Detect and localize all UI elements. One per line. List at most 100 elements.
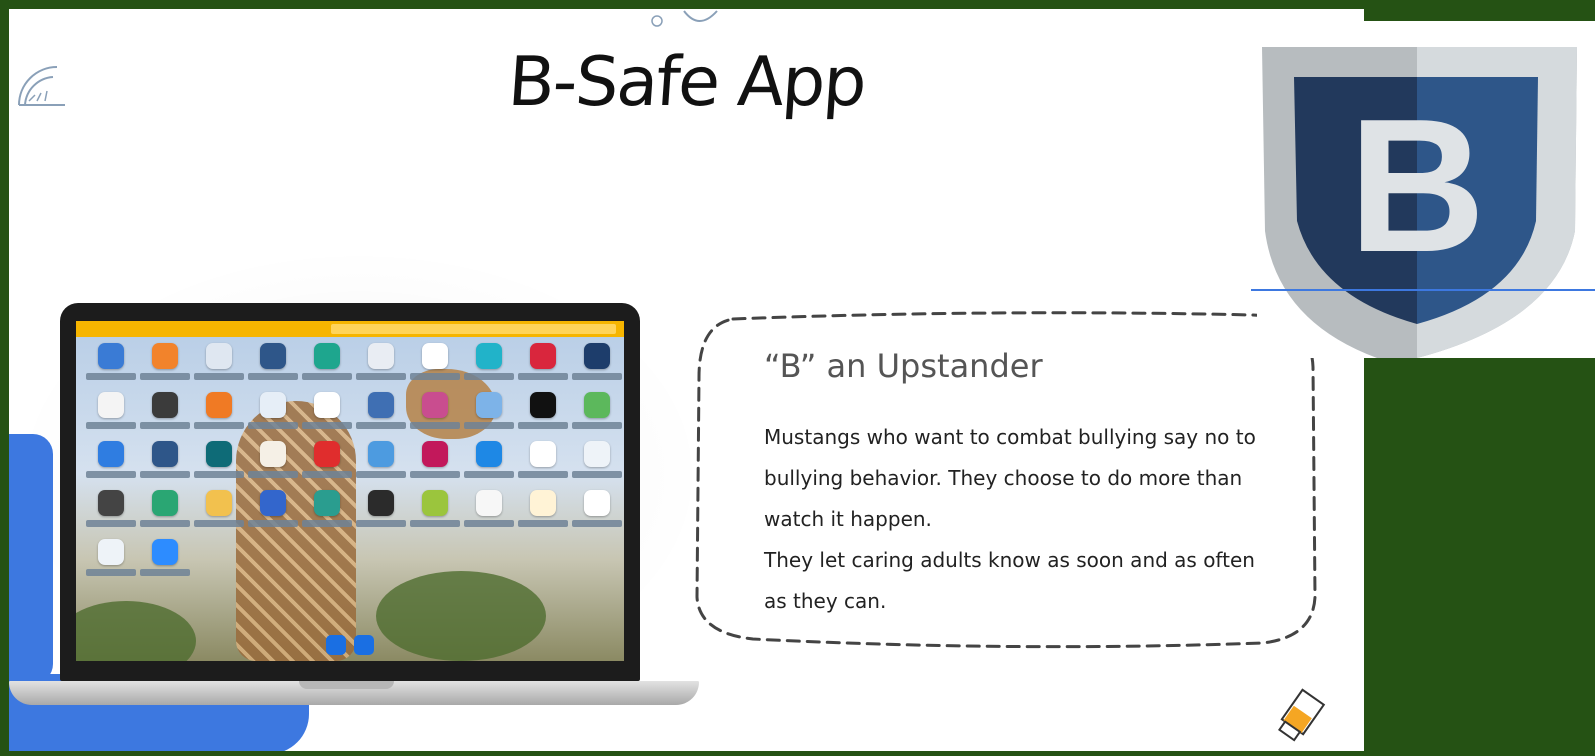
app-label [356, 520, 406, 527]
app-icon [530, 392, 556, 418]
app-label [356, 373, 406, 380]
app-tile [516, 343, 570, 380]
app-icon [368, 343, 394, 369]
app-label [248, 471, 298, 478]
app-tile [192, 490, 246, 527]
app-label [410, 373, 460, 380]
app-label [356, 471, 406, 478]
glue-stick-doodle-icon [1278, 688, 1326, 742]
app-tile [408, 441, 462, 478]
app-tile [84, 490, 138, 527]
app-tile [408, 343, 462, 380]
app-label [140, 569, 190, 576]
app-label [302, 520, 352, 527]
app-tile [354, 441, 408, 478]
app-icon [314, 392, 340, 418]
app-icon [314, 490, 340, 516]
app-tile [138, 392, 192, 429]
app-label [572, 471, 622, 478]
app-label [86, 520, 136, 527]
app-tile [354, 490, 408, 527]
shield-b-logo-icon: B [1262, 47, 1577, 358]
app-tile [570, 392, 624, 429]
app-label [518, 520, 568, 527]
app-label [194, 373, 244, 380]
app-label [140, 373, 190, 380]
app-icon [98, 343, 124, 369]
app-icon [152, 539, 178, 565]
laptop-notch [299, 681, 394, 689]
app-tile [300, 392, 354, 429]
app-icon [476, 343, 502, 369]
app-icon [584, 490, 610, 516]
slide-title: B-Safe App [505, 43, 868, 122]
app-tile [192, 343, 246, 380]
app-icon [314, 343, 340, 369]
app-icon-grid [84, 343, 624, 576]
app-label [356, 422, 406, 429]
app-tile [462, 343, 516, 380]
app-icon [152, 490, 178, 516]
app-label [248, 422, 298, 429]
app-label [140, 422, 190, 429]
app-tile [246, 392, 300, 429]
app-tile [192, 441, 246, 478]
logo-letter: B [1348, 80, 1485, 292]
app-tile [138, 539, 192, 576]
app-tile [354, 392, 408, 429]
app-icon [98, 539, 124, 565]
app-icon [206, 441, 232, 467]
app-tile [138, 441, 192, 478]
bush-wallpaper [76, 601, 196, 661]
card-paragraph: Mustangs who want to combat bullying say… [764, 425, 1256, 531]
app-icon [98, 392, 124, 418]
laptop-screen [76, 321, 624, 661]
app-icon [152, 343, 178, 369]
app-label [302, 373, 352, 380]
logo-divider-line [1251, 289, 1595, 291]
app-icon [314, 441, 340, 467]
app-icon [368, 441, 394, 467]
app-tile [138, 343, 192, 380]
app-label [572, 520, 622, 527]
app-tile [246, 441, 300, 478]
app-icon [476, 441, 502, 467]
app-label [248, 520, 298, 527]
app-label [140, 471, 190, 478]
app-icon [530, 441, 556, 467]
card-heading: “B” an Upstander [764, 347, 1043, 385]
app-tile [138, 490, 192, 527]
app-icon [206, 392, 232, 418]
screen-search-bar [331, 324, 616, 334]
app-icon [152, 441, 178, 467]
laptop-screenshot-icon [60, 303, 640, 681]
app-icon [260, 441, 286, 467]
app-icon [476, 490, 502, 516]
app-tile [246, 343, 300, 380]
files-icon [354, 635, 374, 655]
app-tile [516, 392, 570, 429]
app-icon [530, 490, 556, 516]
card-paragraph: They let caring adults know as soon and … [764, 548, 1255, 613]
app-icon [422, 343, 448, 369]
app-icon [584, 343, 610, 369]
app-icon [422, 392, 448, 418]
app-icon [530, 343, 556, 369]
app-tile [84, 539, 138, 576]
app-label [464, 373, 514, 380]
app-icon [260, 490, 286, 516]
app-icon [206, 343, 232, 369]
app-tile [408, 490, 462, 527]
app-icon [422, 441, 448, 467]
app-tile [192, 392, 246, 429]
app-label [194, 471, 244, 478]
app-label [572, 373, 622, 380]
app-label [86, 373, 136, 380]
app-label [464, 520, 514, 527]
app-icon [260, 343, 286, 369]
app-icon [422, 490, 448, 516]
app-label [194, 520, 244, 527]
app-label [464, 471, 514, 478]
app-tile [462, 490, 516, 527]
app-label [86, 471, 136, 478]
